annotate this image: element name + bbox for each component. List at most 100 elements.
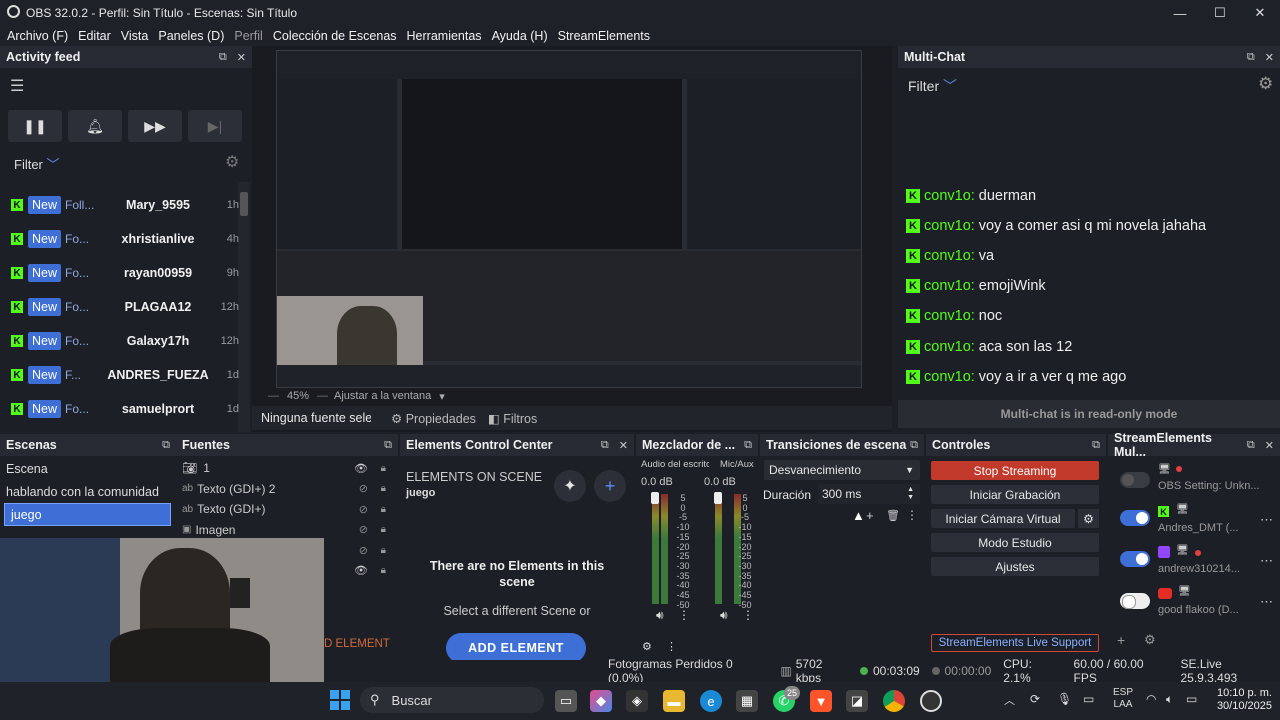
- app-icon[interactable]: ◪: [846, 690, 868, 712]
- menu-perfil[interactable]: Perfil: [234, 29, 262, 43]
- chat-username[interactable]: conv1o:: [924, 218, 975, 234]
- preview-canvas[interactable]: [276, 50, 862, 388]
- speaker-icon[interactable]: 🔊︎: [656, 608, 664, 623]
- eye-hidden-icon[interactable]: ⊘: [359, 482, 368, 495]
- add-transition-icon[interactable]: +: [866, 508, 874, 523]
- battery-icon[interactable]: ▭: [1186, 692, 1197, 706]
- microphone-icon[interactable]: 🎙︎: [1057, 692, 1072, 706]
- bell-icon[interactable]: 🔔︎: [68, 110, 122, 142]
- undock-icon[interactable]: ⧉: [162, 439, 170, 452]
- speaker-icon[interactable]: 🔊︎: [720, 608, 728, 623]
- language-indicator[interactable]: ESP LAA: [1113, 687, 1133, 711]
- source-item[interactable]: 📷︎ 1 👁︎ 🔒︎: [176, 458, 398, 479]
- close-dock-icon[interactable]: ✕: [237, 51, 246, 64]
- minimize-button[interactable]: —: [1160, 0, 1200, 26]
- obs-taskbar-icon[interactable]: [920, 690, 942, 712]
- maximize-button[interactable]: ☐: [1200, 0, 1240, 26]
- fit-window-label[interactable]: Ajustar a la ventana: [334, 390, 431, 402]
- undock-icon[interactable]: ⧉: [219, 51, 227, 64]
- feed-item[interactable]: K New Fo... PLAGAA12 12h: [0, 290, 250, 324]
- mixer-settings-icon[interactable]: ⚙: [642, 640, 652, 653]
- lock-icon[interactable]: 🔒︎: [381, 483, 386, 494]
- add-element-button[interactable]: ADD ELEMENT: [446, 633, 586, 660]
- more-icon[interactable]: ⋯: [1260, 553, 1273, 569]
- clock[interactable]: 10:10 p. m. 30/10/2025: [1212, 687, 1272, 713]
- menu-coleccion[interactable]: Colección de Escenas: [273, 29, 397, 43]
- gear-icon[interactable]: ⚙: [1078, 509, 1099, 528]
- source-item[interactable]: ab Texto (GDI+) ⊘ 🔒︎: [176, 499, 398, 520]
- chrome-icon[interactable]: [883, 690, 905, 712]
- skip-end-button[interactable]: ▶|: [188, 110, 242, 142]
- menu-archivo[interactable]: Archivo (F): [7, 29, 68, 43]
- menu-ayuda[interactable]: Ayuda (H): [492, 29, 548, 43]
- skip-button[interactable]: ▶▶: [128, 110, 182, 142]
- close-button[interactable]: ✕: [1240, 0, 1280, 26]
- windows-start-icon[interactable]: [330, 690, 350, 710]
- properties-button[interactable]: ⚙ Propiedades: [391, 411, 476, 426]
- stream-toggle[interactable]: [1120, 551, 1150, 567]
- menu-editar[interactable]: Editar: [78, 29, 111, 43]
- app-icon[interactable]: ◈: [626, 690, 648, 712]
- gear-icon[interactable]: ⚙: [1144, 632, 1156, 648]
- feed-item[interactable]: K New F... ANDRES_FUEZA 1d: [0, 358, 250, 392]
- more-icon[interactable]: ⋮: [742, 608, 754, 622]
- store-icon[interactable]: ▦: [736, 690, 758, 712]
- scene-item[interactable]: hablando con la comunidad: [0, 480, 176, 503]
- wifi-icon[interactable]: ◠: [1146, 692, 1156, 706]
- sync-icon[interactable]: ⟳: [1030, 692, 1040, 706]
- undock-icon[interactable]: ⧉: [910, 439, 918, 452]
- pause-button[interactable]: ❚❚: [8, 110, 62, 142]
- eye-hidden-icon[interactable]: ⊘: [359, 523, 368, 536]
- filters-button[interactable]: ◧ Filtros: [488, 411, 537, 426]
- source-item[interactable]: ▣ Imagen ⊘ 🔒︎: [176, 520, 398, 541]
- lock-icon[interactable]: 🔒︎: [381, 545, 386, 556]
- transition-select[interactable]: Desvanecimiento ▼: [764, 460, 920, 480]
- volume-slider-handle[interactable]: [714, 492, 722, 504]
- magic-icon[interactable]: ✦: [554, 470, 586, 502]
- menu-streamelements[interactable]: StreamElements: [558, 29, 650, 43]
- eye-hidden-icon[interactable]: ⊘: [359, 503, 368, 516]
- add-icon[interactable]: +: [594, 470, 626, 502]
- chevron-down-icon[interactable]: ▾: [439, 390, 445, 403]
- volume-slider-handle[interactable]: [651, 492, 659, 504]
- studio-mode-button[interactable]: Modo Estudio: [931, 533, 1099, 552]
- zoom-in-icon[interactable]: —: [317, 390, 328, 402]
- spinner-icon[interactable]: ▲ ▼: [907, 486, 914, 502]
- copilot-icon[interactable]: ◆: [590, 690, 612, 712]
- more-icon[interactable]: ⋯: [1260, 594, 1273, 610]
- chat-username[interactable]: conv1o:: [924, 248, 975, 264]
- undock-icon[interactable]: ⧉: [1092, 439, 1100, 452]
- feed-filter-dropdown[interactable]: Filter ﹀: [14, 154, 60, 173]
- duration-input[interactable]: 300 ms ▲ ▼: [818, 484, 920, 504]
- gear-icon[interactable]: ⚙: [1258, 74, 1273, 94]
- close-dock-icon[interactable]: ✕: [1265, 51, 1274, 64]
- stream-toggle[interactable]: [1120, 510, 1150, 526]
- chat-username[interactable]: conv1o:: [924, 308, 975, 324]
- lock-icon[interactable]: 🔒︎: [381, 504, 386, 515]
- edge-icon[interactable]: e: [700, 690, 722, 712]
- close-dock-icon[interactable]: ✕: [1265, 439, 1274, 452]
- undock-icon[interactable]: ⧉: [384, 439, 392, 452]
- task-view-icon[interactable]: ▭: [555, 690, 577, 712]
- lock-icon[interactable]: 🔒︎: [381, 524, 386, 535]
- hamburger-menu-icon[interactable]: ☰: [10, 76, 24, 96]
- chat-username[interactable]: conv1o:: [924, 339, 975, 355]
- source-item[interactable]: ab Texto (GDI+) 2 ⊘ 🔒︎: [176, 479, 398, 500]
- menu-paneles[interactable]: Paneles (D): [158, 29, 224, 43]
- feed-item[interactable]: K New Foll... Mary_9595 1h: [0, 188, 250, 222]
- display-icon[interactable]: ▭: [1083, 692, 1094, 706]
- volume-icon[interactable]: 🔈︎: [1166, 692, 1173, 707]
- menu-herramientas[interactable]: Herramientas: [407, 29, 482, 43]
- zoom-out-icon[interactable]: —: [268, 390, 279, 402]
- stream-toggle[interactable]: [1120, 472, 1150, 488]
- more-icon[interactable]: ⋮: [906, 508, 918, 522]
- stop-streaming-button[interactable]: Stop Streaming: [931, 461, 1099, 480]
- more-icon[interactable]: ⋯: [1260, 512, 1273, 528]
- chat-username[interactable]: conv1o:: [924, 278, 975, 294]
- close-dock-icon[interactable]: ✕: [619, 439, 628, 452]
- undock-icon[interactable]: ⧉: [1247, 51, 1255, 64]
- live-support-button[interactable]: StreamElements Live Support: [931, 634, 1099, 652]
- scene-item[interactable]: Escena: [0, 457, 176, 480]
- delete-icon[interactable]: 🗑︎: [886, 509, 900, 522]
- more-icon[interactable]: ⋮: [666, 640, 677, 653]
